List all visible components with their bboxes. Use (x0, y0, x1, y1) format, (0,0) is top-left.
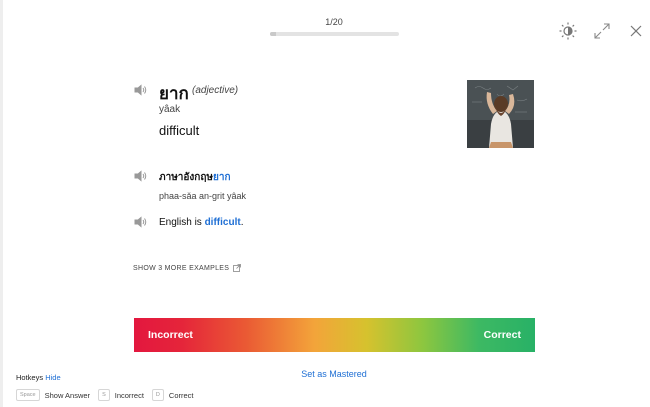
hotkeys-list: Space Show Answer S Incorrect D Correct (16, 389, 202, 401)
example-english-highlight: difficult (204, 217, 241, 228)
hotkey-key-d: D (151, 389, 164, 401)
grade-bar: Incorrect Correct (134, 318, 535, 352)
hotkey-label-correct: Correct (168, 390, 194, 400)
close-icon[interactable] (626, 21, 646, 41)
vocab-image (467, 80, 534, 148)
example-english-suffix: . (240, 217, 244, 228)
example-thai-highlight: ยาก (213, 172, 231, 183)
external-link-icon (233, 264, 242, 272)
brightness-icon[interactable] (558, 21, 578, 41)
hotkeys-hide-toggle[interactable]: Hide (45, 373, 60, 382)
hotkey-key-s: S (98, 389, 110, 401)
expand-icon[interactable] (592, 21, 612, 41)
hotkeys-title: Hotkeys (16, 373, 44, 382)
show-more-examples-link[interactable]: SHOW 3 MORE EXAMPLES (133, 264, 242, 272)
speaker-icon-word[interactable] (134, 84, 148, 96)
example-english-text: English is (159, 217, 205, 228)
show-more-examples-label: SHOW 3 MORE EXAMPLES (133, 264, 230, 272)
speaker-icon-example-english[interactable] (134, 216, 148, 228)
example-thai-text: ภาษาอังกฤษ (159, 172, 214, 183)
speaker-icon-example-thai[interactable] (134, 170, 148, 182)
example-transliteration: phaa-sǎa an-grit yâak (159, 191, 247, 201)
hotkey-label-show-answer: Show Answer (44, 390, 91, 400)
hotkeys-header: Hotkeys Hide (16, 373, 61, 382)
correct-button[interactable]: Correct (484, 318, 521, 352)
progress-bar (270, 32, 399, 36)
left-edge-divider (0, 0, 3, 407)
set-as-mastered-link[interactable]: Set as Mastered (0, 369, 650, 379)
vocab-word: ยาก (159, 84, 189, 103)
progress-counter: 1/20 (325, 17, 343, 27)
progress-bar-fill (270, 32, 277, 36)
hotkey-label-incorrect: Incorrect (114, 390, 144, 400)
incorrect-button[interactable]: Incorrect (148, 318, 193, 352)
example-thai-sentence: ภาษาอังกฤษยาก (159, 170, 231, 185)
hotkey-key-space: Space (16, 389, 40, 401)
word-meaning: difficult (159, 123, 200, 138)
word-transliteration: yâak (159, 104, 181, 115)
part-of-speech: (adjective) (192, 85, 239, 96)
example-english-sentence: English is difficult. (159, 217, 243, 228)
